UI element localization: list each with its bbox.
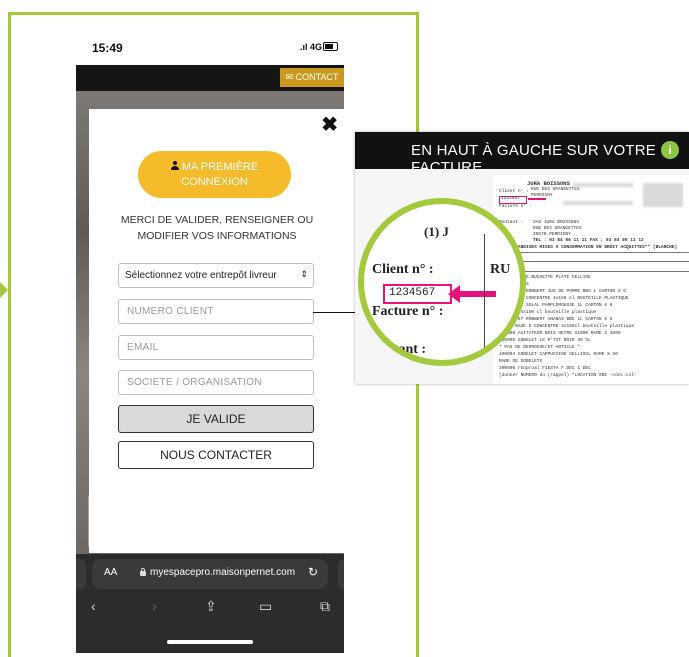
- tabs-icon[interactable]: ⧉: [320, 598, 330, 615]
- status-bar: 15:49 .ıl 4G: [76, 27, 344, 65]
- mail-icon: ✉: [285, 72, 294, 82]
- warehouse-select-value: Sélectionnez votre entrepôt livreur: [125, 270, 277, 281]
- doc-item-line: 400000 GOBELET LE P'TIT NOIR 30 CL: [499, 338, 591, 343]
- signal-icon: .ıl 4G: [299, 42, 322, 52]
- invoice-hint-panel: EN HAUT À GAUCHE SUR VOTRE FACTURE i JUR…: [355, 132, 689, 384]
- mag-facture-label: Facture n° :: [372, 304, 444, 319]
- share-icon[interactable]: ⇪: [205, 598, 217, 615]
- warehouse-select[interactable]: Sélectionnez votre entrepôt livreur ⇕: [118, 263, 314, 288]
- bookmarks-icon[interactable]: ▭: [259, 598, 272, 615]
- mag-ru: RU: [490, 262, 511, 277]
- contact-button[interactable]: ✉ CONTACT: [280, 68, 344, 87]
- client-number-field[interactable]: [118, 299, 314, 324]
- doc-item-line: (donner NUMERO du (rappel) *LOCATION SDE…: [499, 373, 637, 378]
- select-arrows-icon: ⇕: [300, 269, 308, 279]
- doc-rule-3: [499, 271, 689, 272]
- doc-item-line: 300000 rGoproal FIESTA F.DEC 1 DEC: [499, 366, 591, 371]
- mag-client-number: 1234567: [389, 287, 436, 299]
- close-icon[interactable]: ✖: [321, 115, 338, 135]
- doc-blur-3: [563, 201, 633, 205]
- doc-item-line: JUS A BASE D CONCENTRE 4x150cl bouteille…: [499, 324, 635, 329]
- magnifier-circle: (1) J Client n° : RU 1234567 Facture n° …: [358, 198, 526, 366]
- organisation-field[interactable]: [118, 370, 314, 395]
- contact-label: CONTACT: [295, 72, 339, 82]
- info-icon: i: [661, 141, 679, 159]
- mag-pink-arrow: [456, 291, 496, 297]
- reload-icon[interactable]: ↻: [308, 565, 318, 579]
- prev-tab-edge: [76, 559, 86, 589]
- forward-icon[interactable]: ›: [152, 598, 157, 614]
- lock-icon: [140, 568, 146, 576]
- home-indicator: [167, 640, 253, 644]
- doc-tel: TEL : 03 84 86 11 11 FAX : 03 84 86 11 1…: [533, 238, 644, 243]
- phone-screenshot: 15:49 .ıl 4G ✉ CONTACT ✖ MA PREMIÈRE CON…: [76, 27, 344, 653]
- back-icon[interactable]: ‹: [91, 598, 96, 614]
- address-bar[interactable]: AA myespacepro.maisonpernet.com ↻: [92, 559, 328, 589]
- doc-item-line: 500000 AGITATEUR BOIS HETRE X1000 RAME X…: [499, 331, 621, 336]
- first-connection-label: MA PREMIÈRE CONNEXION: [181, 161, 259, 188]
- first-connection-button[interactable]: MA PREMIÈRE CONNEXION: [138, 151, 291, 198]
- reader-settings-button[interactable]: AA: [104, 567, 117, 578]
- browser-toolbar: AA myespacepro.maisonpernet.com ↻ ‹ › ⇪ …: [76, 554, 344, 653]
- doc-item-line: RAME DE GOBELETS: [499, 359, 543, 364]
- status-time: 15:49: [92, 41, 123, 55]
- mag-divider: [484, 234, 485, 360]
- url-text: myespacepro.maisonpernet.com: [150, 567, 296, 578]
- mag-client-label: Client n° :: [372, 262, 434, 277]
- doc-blur-1: [573, 183, 633, 187]
- doc-rule-2: [499, 261, 689, 262]
- hint-header: EN HAUT À GAUCHE SUR VOTRE FACTURE i: [355, 132, 689, 176]
- doc-client-number: 1234567: [501, 196, 520, 201]
- doc-client-label: Client n° :: [499, 189, 529, 194]
- doc-item-line: 400004 GOBELET CAPPUCCINO CELLISCL RAME …: [499, 352, 618, 357]
- doc-merch: **MARCHANDISES MISES A CONSOMMATION EN D…: [499, 245, 678, 250]
- contact-us-button[interactable]: NOUS CONTACTER: [118, 441, 314, 469]
- invoice-image: JURA BOISSONS RUE DES GRANGETTES PERRIGN…: [355, 169, 689, 384]
- doc-facture-label: Facture n° :: [499, 204, 532, 209]
- next-tab-edge: [338, 559, 344, 589]
- doc-item-line: * PAS DE REPROCHE/ET ARTICLE *: [499, 345, 581, 350]
- mag-one-j: (1) J: [424, 224, 449, 239]
- user-icon: [170, 161, 179, 170]
- login-modal: ✖ MA PREMIÈRE CONNEXION MERCI DE VALIDER…: [89, 109, 344, 553]
- validate-button[interactable]: JE VALIDE: [118, 405, 314, 433]
- network-label: 4G: [309, 42, 322, 52]
- mag-montant-label: ntant :: [386, 342, 427, 357]
- instruction-text: MERCI DE VALIDER, RENSEIGNER OU MODIFIER…: [120, 214, 314, 242]
- email-field[interactable]: [118, 335, 314, 360]
- doc-rule-1: [499, 252, 689, 253]
- frame-tick: [0, 282, 8, 298]
- doc-pink-arrow: [528, 198, 546, 200]
- site-header: ✉ CONTACT: [76, 65, 344, 91]
- battery-icon: [323, 42, 338, 51]
- doc-blur-2: [643, 183, 683, 207]
